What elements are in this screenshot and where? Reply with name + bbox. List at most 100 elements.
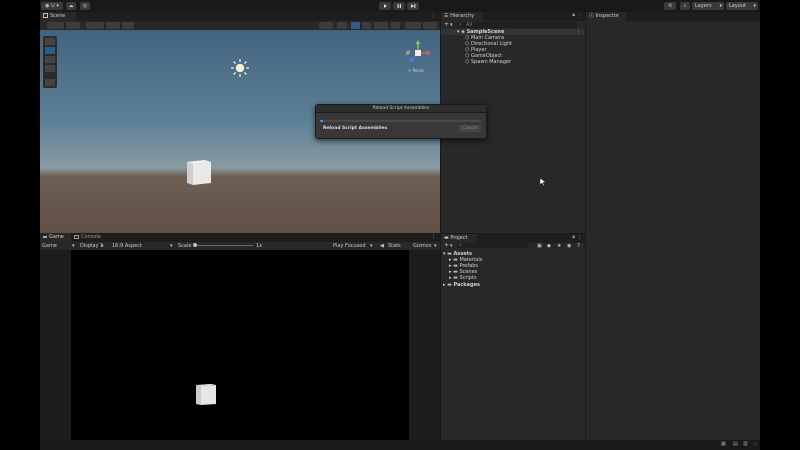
game-toolbar: Game ▾ Display 1 ▾ 16:9 Aspect ▾ Scale 1… — [40, 242, 440, 250]
progress-bar-fill — [320, 120, 324, 122]
hierarchy-search-input[interactable]: ⌕ All — [457, 22, 577, 28]
move-tool-icon[interactable] — [45, 47, 55, 54]
draw-mode-dropdown[interactable] — [319, 22, 333, 29]
effects-dropdown[interactable] — [374, 22, 388, 29]
scale-value: 1x — [256, 243, 263, 249]
cube-object[interactable] — [185, 158, 213, 186]
more-options-icon[interactable]: ⋮ — [431, 13, 436, 19]
step-button[interactable] — [407, 2, 419, 10]
more-options-icon[interactable]: ⋮ — [577, 13, 582, 19]
increment-snap-dropdown[interactable] — [122, 22, 134, 29]
scene-toolbar — [40, 21, 440, 30]
expand-arrow-icon: ▾ — [443, 251, 446, 257]
account-button[interactable]: ◉ U ▾ — [41, 2, 63, 10]
add-icon[interactable]: + — [444, 21, 449, 29]
display-dropdown[interactable]: Display 1 — [80, 242, 103, 250]
tab-scene[interactable]: Scene — [40, 12, 76, 21]
projection-label[interactable]: < Persp — [408, 68, 424, 73]
scene-row[interactable]: ▾ ◈ SampleScene ⋮ — [441, 29, 585, 35]
mute-audio-icon[interactable]: ◀ — [380, 242, 384, 250]
chevron-down-icon: ▾ — [753, 3, 756, 9]
project-panel: ▾ ▬ Assets ▸ ▬ Materials ▸ ▬ Prefabs ▸ ▬… — [441, 249, 585, 440]
project-folder-scripts[interactable]: ▸ ▬ Scripts — [449, 275, 477, 281]
play-focused-dropdown[interactable]: Play Focused — [333, 242, 366, 250]
stats-toggle[interactable]: Stats — [388, 242, 401, 250]
audio-toggle[interactable] — [362, 22, 371, 29]
cancel-button[interactable]: Cancel — [459, 125, 481, 132]
project-search-input[interactable]: ⌕ — [457, 242, 529, 248]
snap-dropdown[interactable] — [66, 22, 80, 29]
cloud-button[interactable]: ☁ — [66, 2, 76, 10]
more-options-icon[interactable]: ⋮ — [576, 29, 581, 35]
project-folder-packages[interactable]: ▸ ▬ Packages — [443, 282, 480, 288]
game-screen[interactable] — [71, 250, 409, 440]
cloud-icon: ☁ — [68, 3, 74, 9]
folder-icon: ▬ — [447, 282, 452, 288]
collapse-arrow-icon: ▸ — [443, 282, 446, 288]
pause-icon — [397, 4, 401, 8]
tab-game[interactable]: Game — [40, 233, 74, 242]
pause-button[interactable] — [393, 2, 405, 10]
game-mode-dropdown[interactable]: Game — [42, 242, 57, 250]
history-icon: ⟲ — [667, 3, 673, 9]
more-options-icon[interactable]: ⋮ — [577, 235, 582, 241]
scale-slider-handle[interactable] — [193, 243, 197, 247]
auto-generate-lighting-icon[interactable]: ▤ — [733, 441, 738, 447]
hand-tool-icon[interactable] — [45, 38, 55, 45]
info-icon: ⓘ — [589, 13, 595, 19]
chevron-down-icon: ▾ — [434, 243, 437, 249]
progress-spinner-icon[interactable]: ◌ — [753, 441, 757, 447]
scale-slider[interactable] — [193, 243, 253, 247]
grid-snap-dropdown[interactable] — [106, 22, 120, 29]
list-icon: ☰ — [444, 13, 449, 19]
collab-icon: ◎ — [82, 3, 88, 9]
search-button[interactable]: ⌕ — [680, 2, 690, 10]
layout-dropdown[interactable]: Layout ▾ — [726, 2, 758, 10]
dialog-message: Reload Script Assemblies — [323, 126, 388, 131]
lighting-toggle[interactable] — [351, 22, 360, 29]
hierarchy-tab-bar: ☰ Hierarchy 🔒︎ ⋮ — [441, 12, 585, 21]
project-tab-bar: ▬ Project 🔒︎ ⋮ — [441, 234, 585, 243]
lock-icon[interactable]: 🔒︎ — [572, 234, 575, 240]
main-toolbar: ◉ U ▾ ☁ ◎ ⟲ ⌕ Layers ▾ Layout ▾ — [40, 0, 760, 12]
gizmos-toggle[interactable]: Gizmos — [413, 242, 431, 250]
debug-mode-icon[interactable]: ▥ — [743, 441, 748, 447]
lock-icon[interactable]: 🔒︎ — [572, 12, 575, 18]
more-options-icon[interactable]: ⋮ — [431, 234, 436, 240]
reload-scripts-dialog: Reload Script Assemblies Reload Script A… — [315, 104, 487, 139]
camera-dropdown[interactable] — [405, 22, 421, 29]
tab-inspector[interactable]: ⓘ Inspector — [586, 12, 626, 21]
pivot-dropdown[interactable] — [86, 22, 104, 29]
hidden-objects-toggle[interactable] — [391, 22, 400, 29]
orientation-gizmo[interactable] — [403, 39, 433, 71]
directional-light-icon[interactable] — [230, 58, 250, 78]
cache-server-icon[interactable]: ▦ — [721, 441, 726, 447]
layers-dropdown[interactable]: Layers ▾ — [692, 2, 724, 10]
hierarchy-item-spawn-manager[interactable]: ⬡ Spawn Manager — [465, 59, 511, 65]
2d-toggle[interactable] — [337, 22, 347, 29]
scale-tool-icon[interactable] — [45, 65, 55, 72]
unity-editor-window: ◉ U ▾ ☁ ◎ ⟲ ⌕ Layers ▾ Layout ▾ Scene ⋮ … — [40, 0, 760, 450]
rotate-tool-icon[interactable] — [45, 56, 55, 63]
step-icon — [411, 4, 416, 8]
console-icon — [74, 234, 79, 239]
hierarchy-toolbar: + ▾ ⌕ All — [441, 21, 585, 29]
search-icon: ⌕ — [459, 242, 462, 248]
aspect-dropdown[interactable]: 16:9 Aspect — [112, 242, 142, 250]
dialog-title: Reload Script Assemblies — [316, 105, 486, 113]
custom-tool-icon[interactable] — [45, 79, 55, 86]
add-icon[interactable]: + — [444, 242, 449, 249]
tab-console[interactable]: Console — [71, 233, 107, 242]
tool-handle-dropdown[interactable] — [47, 22, 64, 29]
play-button[interactable] — [379, 2, 391, 10]
gizmos-dropdown[interactable] — [423, 22, 437, 29]
tab-hierarchy[interactable]: ☰ Hierarchy — [441, 12, 483, 21]
collapse-arrow-icon: ▸ — [449, 275, 452, 281]
game-view[interactable] — [40, 250, 440, 440]
search-icon: ⌕ — [683, 3, 687, 9]
expand-arrow-icon: ▾ — [457, 29, 460, 35]
history-button[interactable]: ⟲ — [664, 2, 676, 10]
collab-button[interactable]: ◎ — [80, 2, 90, 10]
inspector-tab-bar: ⓘ Inspector — [586, 12, 760, 21]
play-icon — [384, 4, 387, 8]
